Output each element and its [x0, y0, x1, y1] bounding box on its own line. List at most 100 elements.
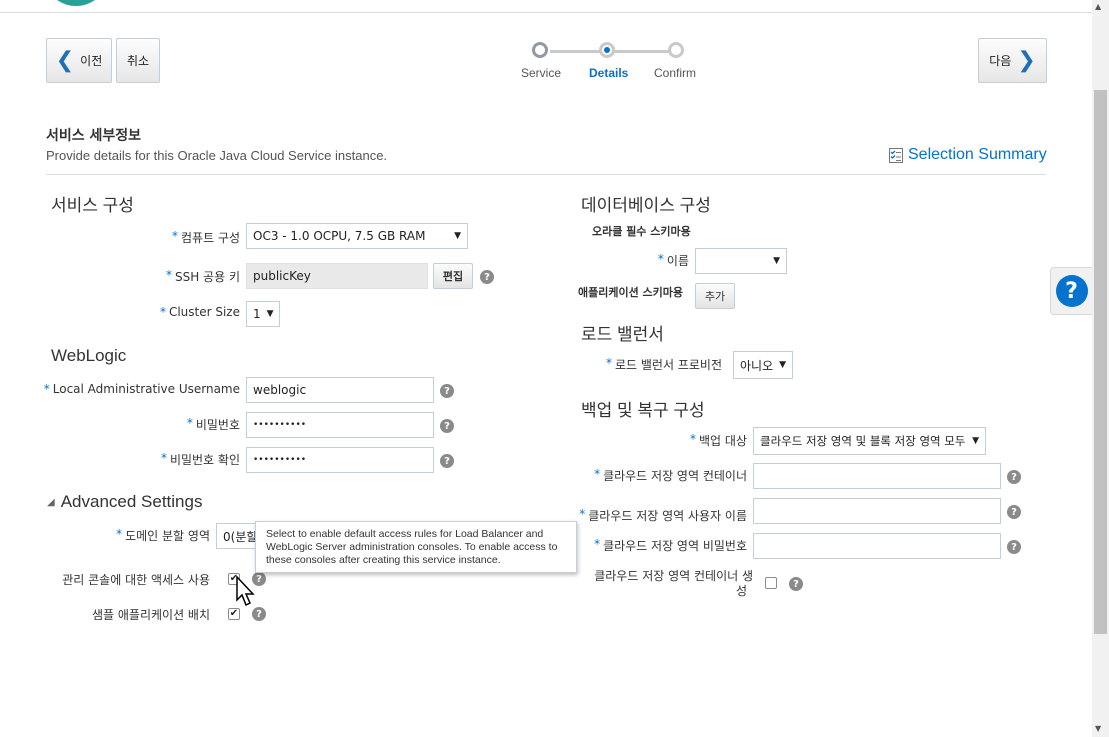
next-button-label: 다음	[989, 54, 1012, 68]
create-container-label-line1: 클라우드 저장 영역 컨테이너 생	[594, 569, 753, 583]
required-icon: *	[690, 432, 697, 446]
backup-target-select[interactable]: 클라우드 저장 영역 및 블록 저장 영역 모두 ▼	[753, 427, 986, 455]
selection-summary-label: Selection Summary	[908, 146, 1047, 163]
storage-container-label: * 클라우드 저장 영역 컨테이너	[594, 467, 747, 483]
next-button[interactable]: 다음 ❯	[978, 38, 1047, 83]
required-icon: *	[579, 507, 586, 521]
storage-user-field[interactable]	[753, 498, 1001, 524]
page-title: 서비스 세부정보	[46, 128, 142, 144]
page-description: Provide details for this Oracle Java Clo…	[46, 148, 388, 163]
help-tooltip: Select to enable default access rules fo…	[255, 521, 577, 573]
create-container-checkbox[interactable]	[765, 577, 777, 589]
username-field[interactable]: weblogic	[246, 377, 434, 403]
password-confirm-field[interactable]: ••••••••••	[246, 447, 434, 473]
ssh-label: * SSH 공용 키	[165, 268, 240, 284]
dropdown-arrow-icon: ▼	[266, 309, 274, 319]
cluster-size-value: 1	[253, 307, 261, 321]
password-label: * 비밀번호	[186, 416, 240, 432]
question-icon[interactable]: ?	[789, 577, 803, 591]
dropdown-arrow-icon: ▼	[454, 231, 461, 241]
checklist-icon	[889, 147, 903, 163]
question-icon[interactable]: ?	[480, 270, 494, 284]
username-label: * Local Administrative Username	[43, 382, 240, 396]
create-container-label: 클라우드 저장 영역 컨테이너 생 성	[560, 569, 753, 599]
train-stop-confirm[interactable]	[668, 42, 684, 58]
advanced-settings-toggle[interactable]: ◢ Advanced Settings	[47, 492, 202, 512]
required-icon: *	[159, 305, 166, 319]
lb-provision-label: * 로드 밸런서 프로비전	[606, 356, 722, 372]
advanced-settings-heading: Advanced Settings	[60, 492, 203, 511]
console-access-label: 관리 콘솔에 대한 액세스 사용	[62, 573, 210, 587]
required-icon: *	[165, 268, 172, 282]
dropdown-arrow-icon: ▼	[972, 436, 979, 446]
sample-app-checkbox[interactable]: ✔	[228, 608, 240, 620]
question-icon[interactable]: ?	[440, 384, 454, 398]
load-balancer-heading: 로드 밸런서	[581, 325, 664, 344]
question-icon[interactable]: ?	[440, 454, 454, 468]
required-icon: *	[171, 229, 178, 243]
compute-select[interactable]: OC3 - 1.0 OCPU, 7.5 GB RAM ▼	[246, 223, 468, 249]
compute-label: * 컴퓨트 구성	[171, 229, 240, 245]
required-icon: *	[606, 356, 612, 370]
cluster-size-label: * Cluster Size	[159, 305, 240, 319]
username-value: weblogic	[253, 383, 307, 397]
train-stop-details	[599, 42, 615, 58]
db-name-select[interactable]: ▼	[695, 248, 787, 274]
scroll-down-arrow-icon[interactable]: ▼	[1095, 724, 1101, 733]
password-confirm-value: ••••••••••	[253, 455, 307, 465]
question-icon[interactable]: ?	[1007, 540, 1021, 554]
ssh-edit-button[interactable]: 편집	[433, 263, 473, 289]
required-icon: *	[186, 416, 193, 430]
add-schema-button[interactable]: 추가	[695, 283, 735, 309]
question-icon[interactable]: ?	[252, 607, 266, 621]
question-icon[interactable]: ?	[1007, 470, 1021, 484]
database-config-heading: 데이터베이스 구성	[581, 196, 711, 215]
floating-help-button[interactable]: ?	[1050, 267, 1092, 315]
prev-button[interactable]: ❮ 이전	[46, 38, 112, 83]
compute-select-value: OC3 - 1.0 OCPU, 7.5 GB RAM	[253, 229, 426, 243]
sample-app-label: 샘플 애플리케이션 배치	[91, 608, 210, 622]
question-icon[interactable]: ?	[440, 419, 454, 433]
dropdown-arrow-icon: ▼	[779, 360, 787, 370]
triangle-down-icon: ◢	[47, 496, 55, 508]
ssh-key-field: publicKey	[246, 263, 428, 289]
storage-container-field[interactable]	[753, 463, 1001, 489]
brand-logo	[48, 0, 104, 6]
lb-provision-select[interactable]: 아니오 ▼	[733, 351, 793, 379]
password-field[interactable]: ••••••••••	[246, 412, 434, 438]
train-label-service[interactable]: Service	[521, 66, 561, 80]
ssh-edit-label: 편집	[442, 270, 464, 283]
train-label-details: Details	[589, 66, 629, 80]
cluster-size-select[interactable]: 1 ▼	[246, 301, 280, 327]
service-config-heading: 서비스 구성	[51, 196, 134, 215]
storage-user-label: * 클라우드 저장 영역 사용자 이름	[579, 507, 747, 523]
oracle-schema-label: 오라클 필수 스키마용	[592, 225, 691, 238]
backup-target-value: 클라우드 저장 영역 및 블록 저장 영역 모두	[760, 434, 966, 448]
prev-button-label: 이전	[80, 54, 103, 68]
vertical-scrollbar[interactable]: ▲ ▼	[1092, 0, 1109, 737]
scroll-up-arrow-icon[interactable]: ▲	[1095, 2, 1101, 11]
chevron-right-icon: ❯	[1017, 47, 1036, 73]
create-container-label-line2: 성	[735, 584, 747, 598]
required-icon: *	[594, 467, 601, 481]
backup-target-label: * 백업 대상	[690, 432, 747, 448]
header-rule	[46, 174, 1046, 175]
selection-summary-link[interactable]: Selection Summary	[889, 146, 1047, 164]
required-icon: *	[43, 382, 50, 396]
cancel-button[interactable]: 취소	[116, 38, 160, 83]
cancel-button-label: 취소	[126, 54, 150, 68]
domain-partition-label: * 도메인 분할 영역	[116, 527, 210, 543]
weblogic-heading: WebLogic	[51, 346, 127, 365]
storage-password-field[interactable]	[753, 533, 1001, 559]
chevron-left-icon: ❮	[55, 47, 75, 73]
password-value: ••••••••••	[253, 420, 307, 430]
storage-password-label: * 클라우드 저장 영역 비밀번호	[594, 537, 747, 553]
train-stop-service[interactable]	[532, 42, 548, 58]
question-icon[interactable]: ?	[1007, 505, 1021, 519]
train-label-confirm[interactable]: Confirm	[654, 66, 696, 80]
dropdown-arrow-icon: ▼	[773, 256, 780, 266]
domain-partition-value: 0(분할	[223, 529, 258, 544]
scrollbar-thumb[interactable]	[1094, 90, 1107, 634]
required-icon: *	[116, 527, 123, 541]
app-schema-label: 애플리케이션 스키마용	[578, 286, 684, 299]
